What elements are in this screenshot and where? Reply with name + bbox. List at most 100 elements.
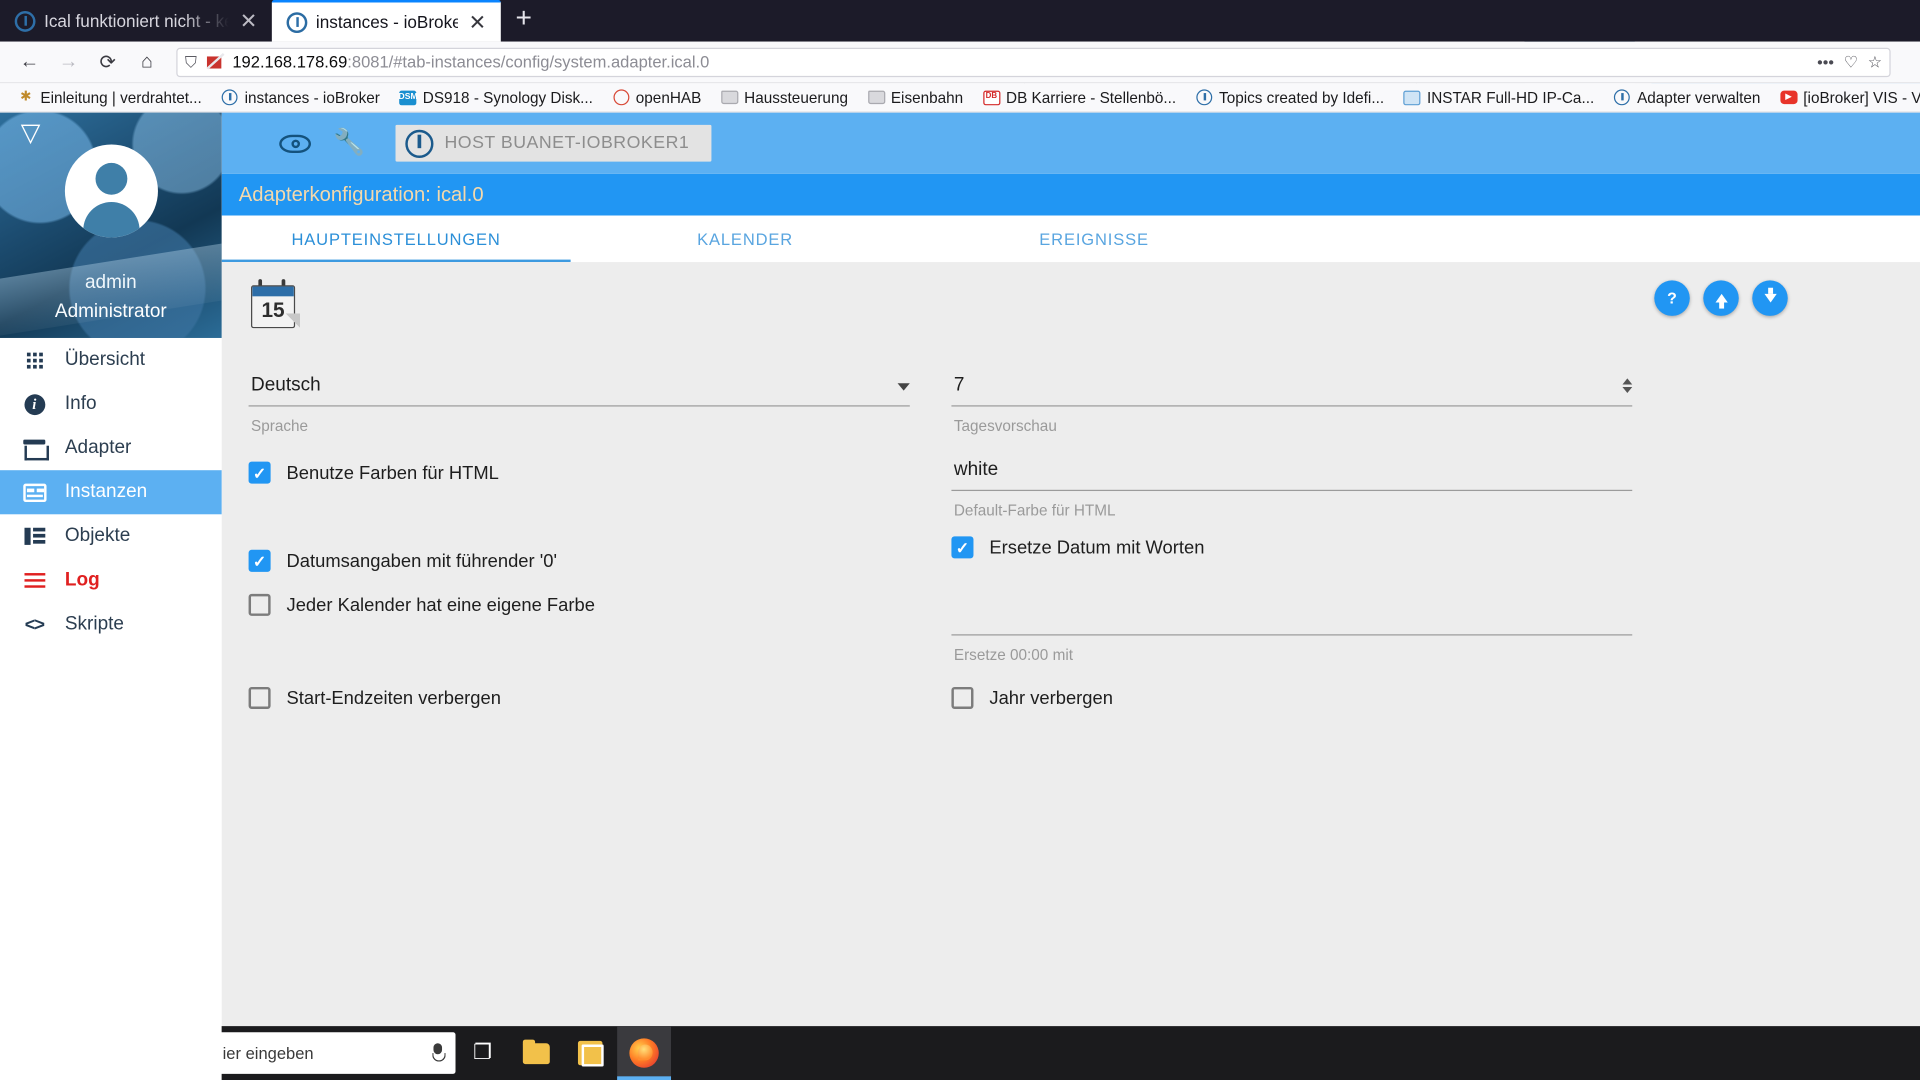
use-colors-html-row[interactable]: Benutze Farben für HTML <box>248 461 910 484</box>
shield-icon[interactable]: ⛉ <box>185 52 197 72</box>
bookmark-folder[interactable]: Haussteuerung <box>711 84 858 111</box>
tab-title: instances - ioBroker <box>315 12 458 32</box>
default-color-field[interactable]: white Default-Farbe für HTML <box>951 459 1633 519</box>
pocket-icon[interactable]: ♡ <box>1844 52 1858 72</box>
replace-date-words-checkbox[interactable] <box>951 536 974 559</box>
sidebar-item-uebersicht[interactable]: Übersicht <box>0 338 222 382</box>
own-color-row[interactable]: Jeder Kalender hat eine eigene Farbe <box>248 593 910 616</box>
default-color-input[interactable]: white <box>951 459 1633 492</box>
code-icon: <> <box>24 614 45 635</box>
bookmark-item[interactable]: Adapter verwalten <box>1604 84 1770 111</box>
overflow-icon[interactable]: ••• <box>1817 53 1834 71</box>
upload-config-button[interactable] <box>1703 280 1739 316</box>
firefox-button[interactable] <box>617 1026 672 1080</box>
close-icon[interactable]: ✕ <box>466 12 488 33</box>
new-tab-button[interactable]: + <box>501 2 547 39</box>
language-select[interactable]: Deutsch <box>248 374 910 407</box>
bookmark-item[interactable]: ✱ Einleitung | verdrahtet... <box>7 84 211 111</box>
bookmark-label: INSTAR Full-HD IP-Ca... <box>1426 88 1595 106</box>
replace-date-words-row[interactable]: Ersetze Datum mit Worten <box>951 536 1632 559</box>
browser-tab-2[interactable]: instances - ioBroker ✕ <box>271 0 501 42</box>
bookmark-item[interactable]: instances - ioBroker <box>212 84 390 111</box>
download-config-button[interactable] <box>1752 280 1788 316</box>
hide-year-checkbox[interactable] <box>951 686 974 709</box>
replace-date-words-label: Ersetze Datum mit Worten <box>989 536 1205 558</box>
app-topbar: 🔧 HOST BUANET-IOBROKER1 ioBroker.admin 3… <box>221 112 1920 174</box>
microsoft-store-button[interactable] <box>563 1026 617 1080</box>
config-title-bar: Adapterkonfiguration: ical.0 <box>221 173 1920 216</box>
leading-zero-row[interactable]: Datumsangaben mit führender '0' <box>248 549 910 572</box>
number-stepper[interactable] <box>1622 378 1633 394</box>
sidebar-username: admin <box>84 271 137 293</box>
bookmark-label: Adapter verwalten <box>1637 88 1761 106</box>
iobroker-admin-app: ▽ admin Administrator Übersicht i Info A… <box>0 112 1920 1080</box>
bookmark-folder[interactable]: Eisenbahn <box>858 84 973 111</box>
hide-year-row[interactable]: Jahr verbergen <box>951 686 1632 709</box>
bookmark-label: DS918 - Synology Disk... <box>422 88 593 106</box>
eye-icon[interactable] <box>268 116 322 170</box>
bookmark-label: Eisenbahn <box>890 88 964 106</box>
host-label: HOST BUANET-IOBROKER1 <box>444 133 690 154</box>
browser-tab-1[interactable]: Ical funktioniert nicht - keine E... ✕ <box>0 0 272 42</box>
windows-taskbar: Zur Suche Text hier eingeben ❐ ⌃ ☁ 📶 🔊 1… <box>0 1026 1920 1080</box>
url-bar[interactable]: ⛉ 192.168.178.69:8081/#tab-instances/con… <box>176 47 1891 77</box>
bookmark-item[interactable]: INSTAR Full-HD IP-Ca... <box>1394 84 1604 111</box>
tab-kalender[interactable]: KALENDER <box>571 216 920 263</box>
tab-haupteinstellungen[interactable]: HAUPTEINSTELLUNGEN <box>221 216 571 263</box>
calendar-icon: 15 <box>249 279 300 330</box>
tab-title: Ical funktioniert nicht - keine E... <box>44 11 229 31</box>
wrench-icon[interactable]: 🔧 <box>322 116 376 170</box>
replace-midnight-input[interactable] <box>951 604 1633 636</box>
days-preview-input[interactable]: 7 <box>951 375 1633 407</box>
bookmark-label: openHAB <box>635 88 702 106</box>
browser-navbar: ← → ⟳ ⌂ ⛉ 192.168.178.69:8081/#tab-insta… <box>0 41 1920 84</box>
bookmark-label: [ioBroker] VIS - Visuali... <box>1803 88 1920 106</box>
leading-zero-label: Datumsangaben mit führender '0' <box>286 550 557 572</box>
bookmark-star-icon[interactable]: ☆ <box>1868 52 1882 72</box>
close-icon[interactable]: ✕ <box>237 10 259 31</box>
forward-icon[interactable]: → <box>49 46 88 78</box>
grid-icon <box>21 352 48 368</box>
sidebar-item-info[interactable]: i Info <box>0 382 222 426</box>
task-view-button[interactable]: ❐ <box>456 1026 510 1080</box>
folder-icon <box>720 89 739 106</box>
file-explorer-button[interactable] <box>509 1026 563 1080</box>
chevron-down-icon <box>897 383 910 391</box>
noscript-icon[interactable] <box>205 53 223 71</box>
bookmark-item[interactable]: DB DB Karriere - Stellenbö... <box>973 84 1186 111</box>
home-icon[interactable]: ⌂ <box>127 46 166 78</box>
replace-midnight-field[interactable]: Ersetze 00:00 mit <box>951 604 1633 664</box>
bookmark-label: instances - ioBroker <box>244 88 380 106</box>
openhab-icon <box>613 89 630 106</box>
sidebar-item-objekte[interactable]: Objekte <box>0 514 222 558</box>
leading-zero-checkbox[interactable] <box>248 549 271 572</box>
sidebar-item-instanzen[interactable]: Instanzen <box>0 470 222 515</box>
back-icon[interactable]: ← <box>10 46 49 78</box>
bookmark-item[interactable]: openHAB <box>603 84 711 111</box>
hide-start-end-row[interactable]: Start-Endzeiten verbergen <box>248 686 910 709</box>
bookmark-item[interactable]: DSM DS918 - Synology Disk... <box>390 84 603 111</box>
bookmark-item[interactable]: ▶ [ioBroker] VIS - Visuali... <box>1770 84 1920 111</box>
folder-icon <box>522 1038 550 1064</box>
use-colors-html-checkbox[interactable] <box>248 461 271 484</box>
main-content: 🔧 HOST BUANET-IOBROKER1 ioBroker.admin 3… <box>221 112 1920 1080</box>
bookmark-label: Einleitung | verdrahtet... <box>40 88 202 106</box>
sidebar-item-adapter[interactable]: Adapter <box>0 426 222 470</box>
tab-ereignisse[interactable]: EREIGNISSE <box>920 216 1269 263</box>
reload-icon[interactable]: ⟳ <box>88 46 127 78</box>
bookmark-item[interactable]: Topics created by Idefi... <box>1186 84 1394 111</box>
language-field[interactable]: Deutsch Sprache <box>248 374 910 435</box>
days-preview-field[interactable]: 7 Tagesvorschau <box>951 375 1633 435</box>
hide-start-end-checkbox[interactable] <box>248 686 271 709</box>
bookmark-label: Haussteuerung <box>744 88 848 106</box>
sidebar-item-skripte[interactable]: <> Skripte <box>0 602 222 646</box>
language-value: Deutsch <box>251 374 321 396</box>
collapse-sidebar-icon[interactable]: ▽ <box>16 119 45 148</box>
synology-icon: DSM <box>399 89 418 106</box>
host-selector[interactable]: HOST BUANET-IOBROKER1 <box>395 124 712 162</box>
help-button[interactable]: ? <box>1654 280 1690 316</box>
own-color-checkbox[interactable] <box>248 593 271 616</box>
days-preview-helper: Tagesvorschau <box>953 417 1057 435</box>
microphone-icon[interactable] <box>431 1043 446 1063</box>
sidebar-item-log[interactable]: Log <box>0 558 222 602</box>
